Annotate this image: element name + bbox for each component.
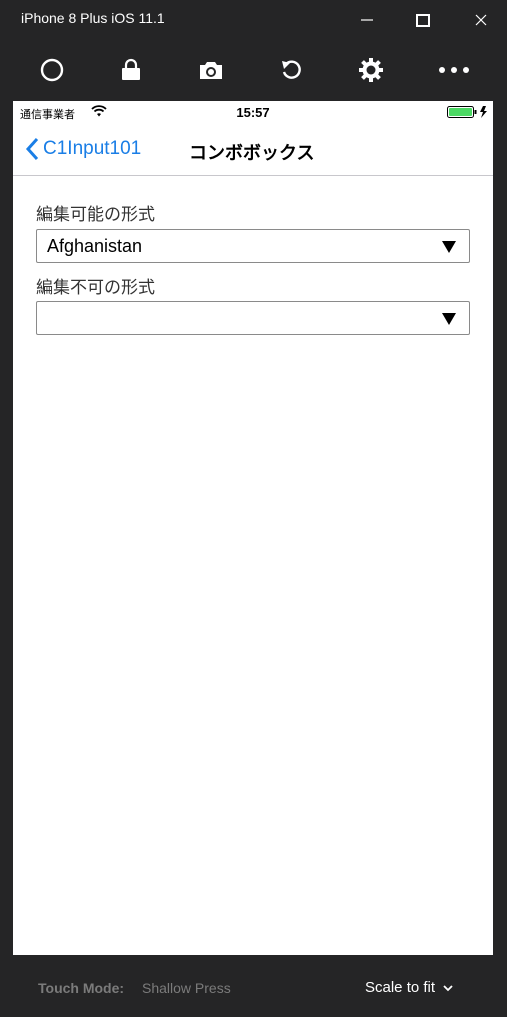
minimize-button[interactable]: [352, 6, 382, 34]
minimize-icon: [361, 19, 373, 21]
scale-dropdown[interactable]: Scale to fit: [365, 979, 453, 996]
scale-label: Scale to fit: [365, 979, 436, 996]
readonly-combo-box[interactable]: [36, 301, 470, 335]
settings-icon: [359, 58, 383, 82]
chevron-left-icon: [25, 137, 39, 161]
home-button[interactable]: [34, 54, 70, 86]
more-button[interactable]: [436, 54, 472, 86]
maximize-button[interactable]: [408, 6, 438, 34]
maximize-icon: [416, 14, 430, 27]
navigation-bar: C1Input101 コンボボックス: [13, 123, 493, 176]
home-icon: [40, 58, 64, 82]
bottom-bar: Touch Mode: Shallow Press Scale to fit: [0, 955, 507, 1017]
close-icon: [475, 14, 487, 26]
editable-combo-box[interactable]: Afghanistan: [36, 229, 470, 263]
status-bar: 通信事業者 15:57: [13, 101, 493, 123]
status-time: 15:57: [236, 105, 270, 120]
camera-icon: [200, 62, 222, 79]
back-button[interactable]: C1Input101: [25, 136, 141, 162]
title-bar: iPhone 8 Plus iOS 11.1: [0, 0, 507, 40]
readonly-combo-label: 編集不可の形式: [36, 278, 155, 297]
dropdown-arrow-icon[interactable]: [441, 312, 457, 326]
rotate-icon: [282, 60, 301, 79]
editable-combo-value[interactable]: Afghanistan: [47, 236, 142, 257]
touch-mode-label: Touch Mode:: [38, 980, 125, 996]
screenshot-button[interactable]: [193, 54, 229, 86]
rotate-button[interactable]: [273, 54, 309, 86]
touch-mode-value[interactable]: Shallow Press: [142, 980, 231, 996]
lock-button[interactable]: [113, 54, 149, 86]
battery-icon: [447, 106, 487, 118]
editable-combo-label: 編集可能の形式: [36, 205, 155, 224]
window-title: iPhone 8 Plus iOS 11.1: [21, 10, 165, 26]
back-button-label: C1Input101: [43, 138, 142, 159]
page-title: コンボボックス: [189, 143, 315, 163]
phone-screen: 通信事業者 15:57 C1Input101 コンボボックス 編集可能の形式 A…: [13, 101, 493, 955]
dropdown-arrow-icon[interactable]: [441, 240, 457, 254]
chevron-down-icon: [443, 984, 453, 991]
lock-icon: [122, 58, 140, 80]
settings-button[interactable]: [353, 54, 389, 86]
more-icon: [439, 67, 469, 73]
simulator-toolbar: [0, 48, 507, 92]
close-button[interactable]: [466, 6, 496, 34]
simulator-window: iPhone 8 Plus iOS 11.1 通信事業者 15:57 C1Inp…: [0, 0, 507, 1017]
